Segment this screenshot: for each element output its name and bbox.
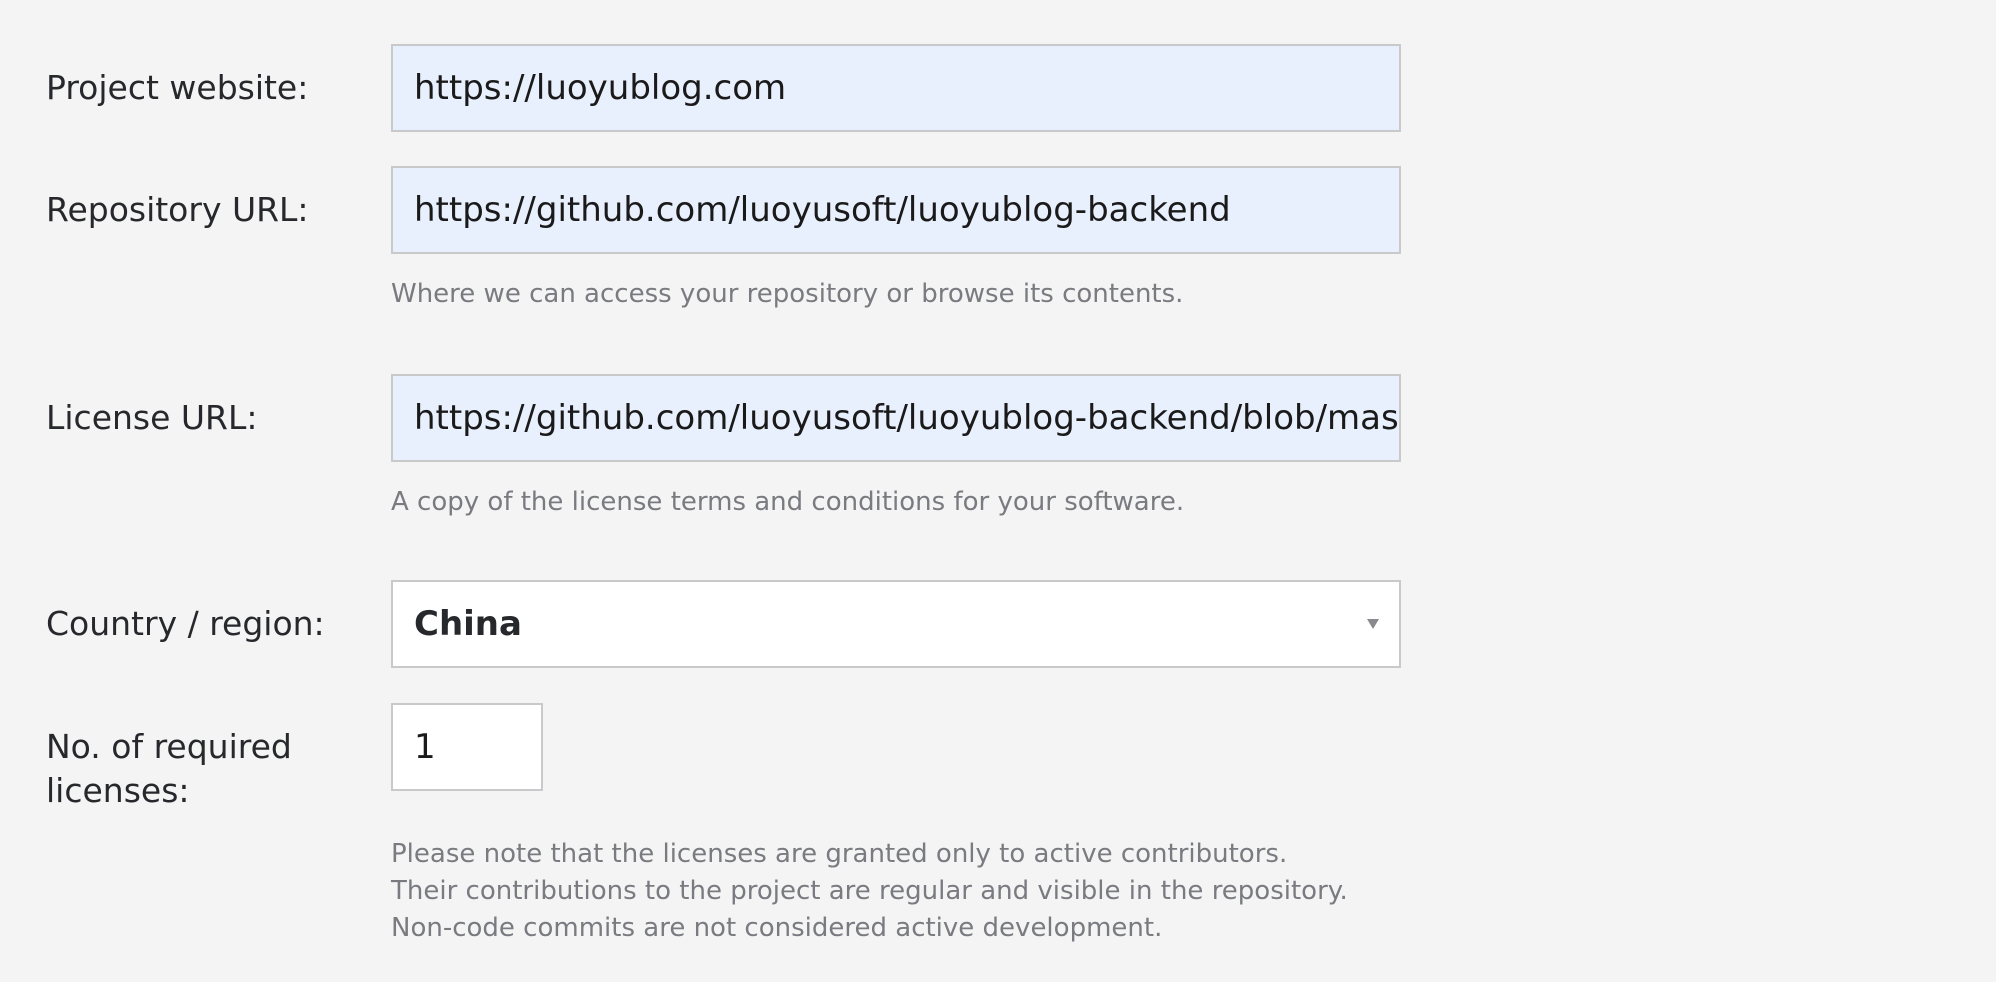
license-url-value: https://github.com/luoyusoft/luoyublog-b…: [414, 398, 1401, 438]
required-licenses-hint-line3: Non-code commits are not considered acti…: [391, 913, 1163, 943]
project-website-input[interactable]: https://luoyublog.com: [391, 44, 1401, 132]
project-website-value: https://luoyublog.com: [414, 68, 787, 108]
required-licenses-hint: Please note that the licenses are grante…: [391, 836, 1348, 947]
country-region-label: Country / region:: [46, 604, 325, 643]
country-region-select[interactable]: China: [391, 580, 1401, 668]
country-region-selected: China: [414, 604, 522, 644]
required-licenses-hint-line2: Their contributions to the project are r…: [391, 876, 1348, 906]
required-licenses-label-line1: No. of required: [46, 727, 292, 766]
project-website-label: Project website:: [46, 68, 309, 107]
license-url-hint: A copy of the license terms and conditio…: [391, 487, 1185, 517]
repository-url-value: https://github.com/luoyusoft/luoyublog-b…: [414, 190, 1231, 230]
required-licenses-label-line2: licenses:: [46, 771, 190, 810]
license-url-input[interactable]: https://github.com/luoyusoft/luoyublog-b…: [391, 374, 1401, 462]
required-licenses-value: 1: [414, 727, 436, 767]
repository-url-label: Repository URL:: [46, 190, 309, 229]
repository-url-hint: Where we can access your repository or b…: [391, 279, 1184, 309]
license-url-label: License URL:: [46, 398, 258, 437]
required-licenses-input[interactable]: 1: [391, 703, 543, 791]
required-licenses-label: No. of required licenses:: [46, 725, 292, 813]
repository-url-input[interactable]: https://github.com/luoyusoft/luoyublog-b…: [391, 166, 1401, 254]
chevron-down-icon: [1367, 619, 1379, 629]
required-licenses-hint-line1: Please note that the licenses are grante…: [391, 839, 1288, 869]
